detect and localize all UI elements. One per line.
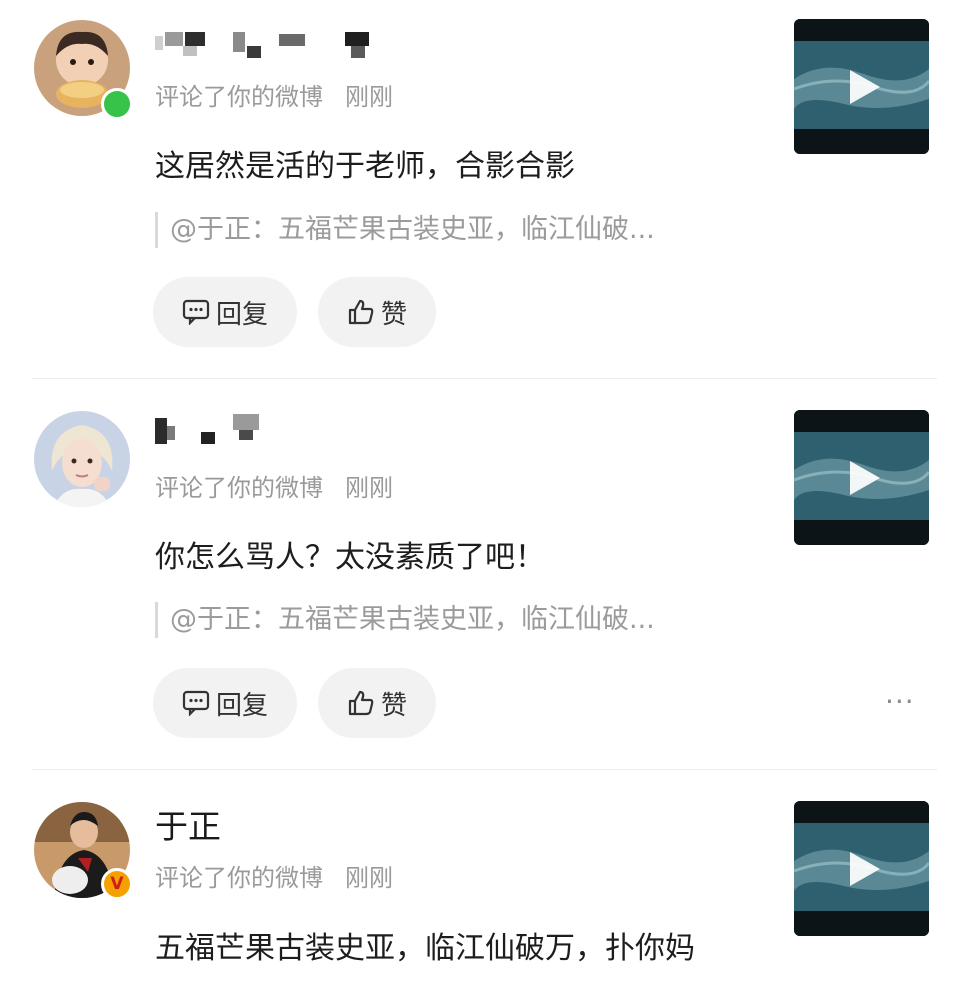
reply-label: 回复 — [215, 690, 268, 721]
quoted-post[interactable]: @于正：五福芒果古装史亚，临江仙破... — [155, 212, 655, 248]
comment-meta: 评论了你的微博 刚刚 — [155, 82, 393, 112]
divider — [32, 769, 937, 770]
notification-item[interactable]: 评论了你的微博 刚刚 你怎么骂人？太没素质了吧！ @于正：五福芒果古装史亚，临江仙… — [0, 380, 959, 768]
reply-icon — [182, 299, 210, 325]
username-mosaic — [155, 32, 369, 58]
play-icon — [849, 69, 880, 104]
like-button[interactable]: 赞 — [318, 668, 436, 738]
thumbs-up-icon — [347, 298, 375, 326]
comment-text: 五福芒果古装史亚，临江仙破万，扑你妈 — [155, 931, 695, 966]
video-thumbnail[interactable] — [794, 410, 929, 545]
notification-item[interactable]: 评论了你的微博 刚刚 这居然是活的于老师，合影合影 @于正：五福芒果古装史亚，临江… — [0, 0, 959, 378]
reply-label: 回复 — [215, 299, 268, 330]
action-text: 评论了你的微博 — [155, 83, 323, 111]
username-mosaic — [155, 414, 259, 444]
quoted-post[interactable]: @于正：五福芒果古装史亚，临江仙破... — [155, 602, 655, 638]
comment-meta: 评论了你的微博 刚刚 — [155, 473, 393, 503]
avatar[interactable] — [34, 411, 130, 507]
timestamp: 刚刚 — [345, 83, 393, 111]
action-text: 评论了你的微博 — [155, 474, 323, 502]
thumbs-up-icon — [347, 689, 375, 717]
reply-button[interactable]: 回复 — [153, 668, 297, 738]
username[interactable]: 于正 — [155, 807, 221, 847]
verified-v-icon: V — [101, 868, 133, 900]
timestamp: 刚刚 — [345, 474, 393, 502]
reply-button[interactable]: 回复 — [153, 277, 297, 347]
more-dots-icon[interactable]: ··· — [885, 688, 915, 716]
online-dot-icon — [101, 88, 133, 120]
comment-text: 你怎么骂人？太没素质了吧！ — [155, 540, 545, 575]
like-label: 赞 — [380, 690, 407, 721]
video-thumbnail[interactable] — [794, 19, 929, 154]
video-thumbnail[interactable] — [794, 801, 929, 936]
like-label: 赞 — [380, 299, 407, 330]
play-icon — [849, 851, 880, 886]
comment-text: 这居然是活的于老师，合影合影 — [155, 149, 575, 184]
comment-meta: 评论了你的微博 刚刚 — [155, 863, 393, 893]
reply-icon — [182, 690, 210, 716]
action-text: 评论了你的微博 — [155, 864, 323, 892]
timestamp: 刚刚 — [345, 864, 393, 892]
play-icon — [849, 460, 880, 495]
like-button[interactable]: 赞 — [318, 277, 436, 347]
notification-item[interactable]: V 于正 评论了你的微博 刚刚 五福芒果古装史亚，临江仙破万，扑你妈 — [0, 771, 959, 1004]
divider — [32, 378, 937, 379]
